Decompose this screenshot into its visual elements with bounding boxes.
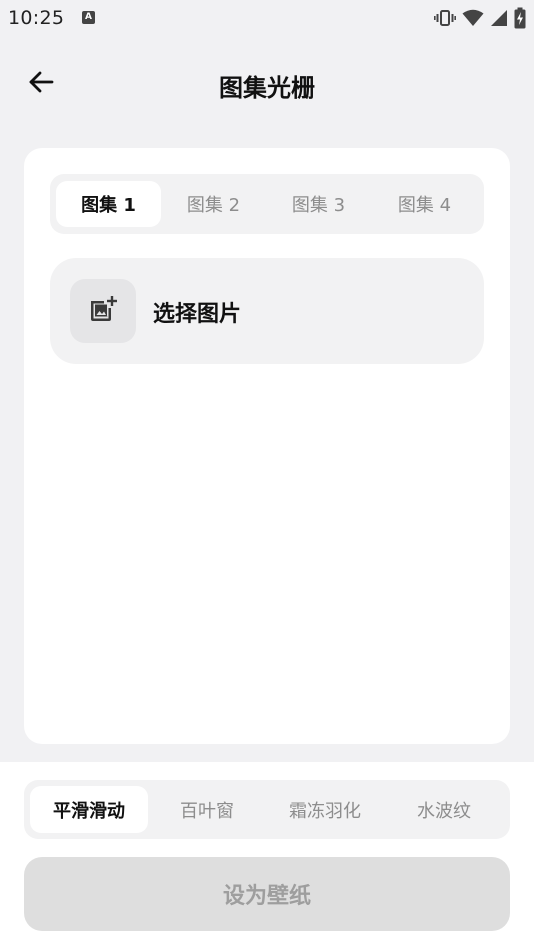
bottom-panel: 平滑滑动 百叶窗 霜冻羽化 水波纹 设为壁纸	[0, 762, 534, 949]
tab-effect-frost-feather[interactable]: 霜冻羽化	[266, 786, 384, 833]
battery-charging-icon	[514, 7, 526, 29]
wifi-icon	[462, 9, 484, 27]
status-bar: 10:25 A	[0, 0, 534, 36]
status-icons	[434, 7, 526, 29]
set-wallpaper-button[interactable]: 设为壁纸	[24, 857, 510, 931]
tab-gallery-3[interactable]: 图集 3	[266, 181, 371, 227]
tab-effect-water-ripple[interactable]: 水波纹	[385, 786, 503, 833]
page-title: 图集光栅	[219, 74, 315, 102]
notification-icon: A	[82, 11, 95, 24]
select-image-button[interactable]: 选择图片	[50, 258, 484, 364]
select-image-label: 选择图片	[153, 302, 242, 327]
gallery-card: 图集 1 图集 2 图集 3 图集 4 选择图片	[24, 148, 510, 744]
vibrate-icon	[434, 9, 456, 27]
select-image-icon-box	[70, 279, 136, 343]
tab-gallery-1[interactable]: 图集 1	[56, 181, 161, 227]
tab-gallery-4[interactable]: 图集 4	[372, 181, 477, 227]
tab-effect-smooth-slide[interactable]: 平滑滑动	[30, 786, 148, 833]
signal-icon	[490, 9, 508, 27]
tab-effect-blinds[interactable]: 百叶窗	[148, 786, 266, 833]
status-time: 10:25	[8, 7, 65, 29]
gallery-tab-bar: 图集 1 图集 2 图集 3 图集 4	[50, 174, 484, 234]
add-photo-icon	[88, 294, 118, 328]
effect-tab-bar: 平滑滑动 百叶窗 霜冻羽化 水波纹	[24, 780, 510, 839]
tab-gallery-2[interactable]: 图集 2	[161, 181, 266, 227]
